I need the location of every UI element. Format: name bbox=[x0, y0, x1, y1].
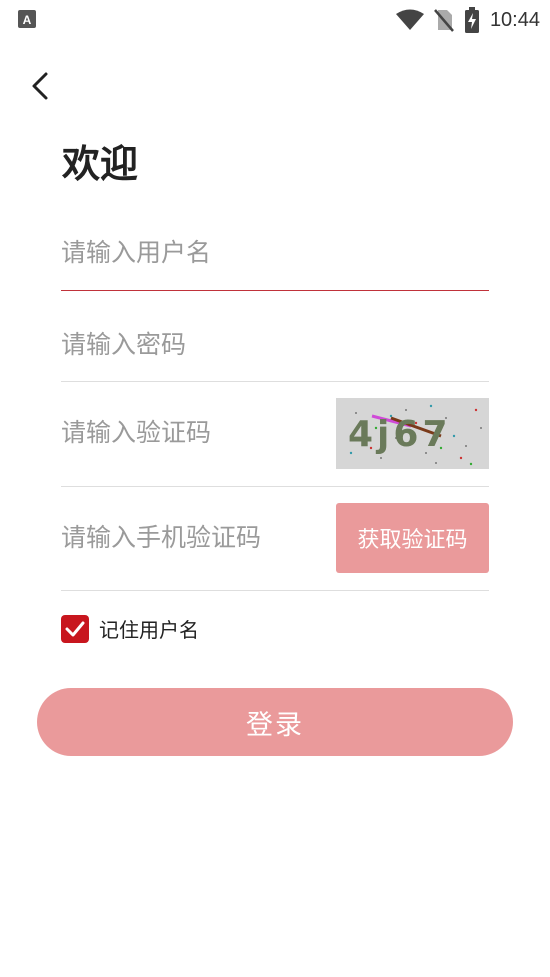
status-time: 10:44 bbox=[489, 8, 540, 31]
status-right: 10:44 bbox=[395, 0, 540, 40]
captcha-divider bbox=[61, 486, 489, 487]
captcha-graphic: 4j67 bbox=[336, 398, 489, 469]
captcha-input[interactable] bbox=[61, 418, 321, 447]
sms-divider bbox=[61, 590, 489, 591]
username-input[interactable] bbox=[61, 238, 321, 267]
username-underline bbox=[61, 290, 489, 291]
login-button[interactable]: 登录 bbox=[37, 688, 513, 756]
app-notification-icon: A bbox=[18, 10, 36, 28]
no-sim-icon bbox=[433, 9, 454, 32]
back-button[interactable] bbox=[22, 66, 58, 106]
password-input[interactable] bbox=[61, 330, 321, 359]
get-sms-code-button[interactable]: 获取验证码 bbox=[336, 503, 489, 573]
remember-username-toggle[interactable]: 记住用户名 bbox=[61, 614, 199, 643]
checkmark-icon bbox=[65, 621, 85, 636]
battery-charging-icon bbox=[464, 7, 479, 33]
captcha-text: 4j67 bbox=[348, 414, 452, 455]
sms-code-input[interactable] bbox=[61, 523, 321, 552]
status-bar: A 10:44 bbox=[0, 0, 550, 40]
remember-label: 记住用户名 bbox=[99, 618, 199, 642]
chevron-left-icon bbox=[32, 72, 48, 100]
remember-checkbox[interactable] bbox=[61, 614, 89, 643]
page-title: 欢迎 bbox=[62, 142, 139, 186]
wifi-icon bbox=[395, 9, 424, 30]
username-field bbox=[61, 238, 489, 267]
svg-text:A: A bbox=[23, 13, 32, 27]
password-field bbox=[61, 330, 489, 359]
captcha-image[interactable]: 4j67 bbox=[336, 398, 489, 469]
password-divider bbox=[61, 381, 489, 382]
